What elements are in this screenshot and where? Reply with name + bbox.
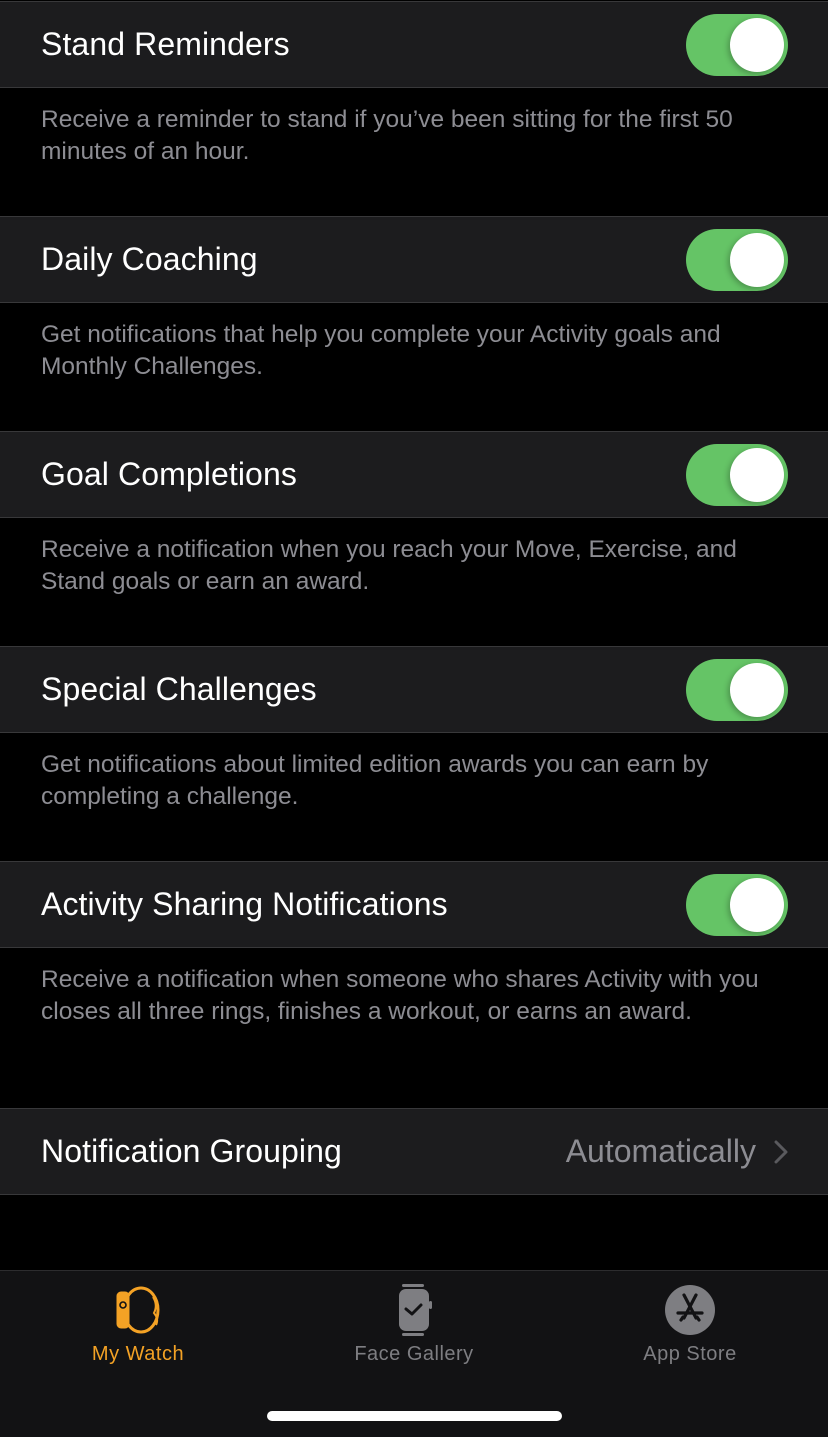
setting-label: Special Challenges [41, 671, 317, 707]
goal-completions-toggle[interactable] [686, 443, 788, 506]
setting-label: Stand Reminders [41, 26, 290, 62]
activity-settings-list: Stand Reminders Receive a reminder to st… [0, 0, 828, 1195]
grouping-value: Automatically [565, 1133, 756, 1169]
watch-outline-icon [116, 1286, 160, 1334]
activity-sharing-toggle[interactable] [686, 873, 788, 936]
tab-app-store[interactable]: App Store [552, 1283, 828, 1366]
special-challenges-toggle[interactable] [686, 658, 788, 721]
setting-row-stand-reminders: Stand Reminders [0, 1, 828, 88]
setting-description: Receive a reminder to stand if you’ve be… [41, 106, 733, 165]
toggle-knob [730, 232, 784, 287]
notification-grouping-row[interactable]: Notification Grouping Automatically [0, 1108, 828, 1195]
setting-description: Get notifications about limited edition … [41, 751, 709, 810]
grouping-label: Notification Grouping [41, 1133, 342, 1169]
setting-row-goal-completions: Goal Completions [0, 431, 828, 518]
chevron-right-icon [774, 1140, 788, 1163]
tab-face-gallery[interactable]: Face Gallery [276, 1283, 552, 1366]
toggle-knob [730, 877, 784, 932]
setting-description: Get notifications that help you complete… [41, 321, 721, 380]
app-store-icon [665, 1285, 715, 1335]
daily-coaching-toggle[interactable] [686, 228, 788, 291]
setting-label: Goal Completions [41, 456, 297, 492]
setting-label: Daily Coaching [41, 241, 258, 277]
tab-label: Face Gallery [354, 1343, 474, 1365]
tab-my-watch[interactable]: My Watch [0, 1283, 276, 1366]
setting-row-daily-coaching: Daily Coaching [0, 216, 828, 303]
setting-row-activity-sharing: Activity Sharing Notifications [0, 861, 828, 948]
toggle-knob [730, 17, 784, 72]
setting-description: Receive a notification when someone who … [41, 966, 759, 1025]
setting-label: Activity Sharing Notifications [41, 886, 448, 922]
watch-face-icon [399, 1284, 432, 1336]
stand-reminders-toggle[interactable] [686, 13, 788, 76]
setting-row-special-challenges: Special Challenges [0, 646, 828, 733]
setting-description: Receive a notification when you reach yo… [41, 536, 737, 595]
tab-label: App Store [643, 1343, 737, 1365]
toggle-knob [730, 447, 784, 502]
tab-label: My Watch [91, 1343, 185, 1365]
home-indicator[interactable] [267, 1411, 562, 1421]
toggle-knob [730, 662, 784, 717]
